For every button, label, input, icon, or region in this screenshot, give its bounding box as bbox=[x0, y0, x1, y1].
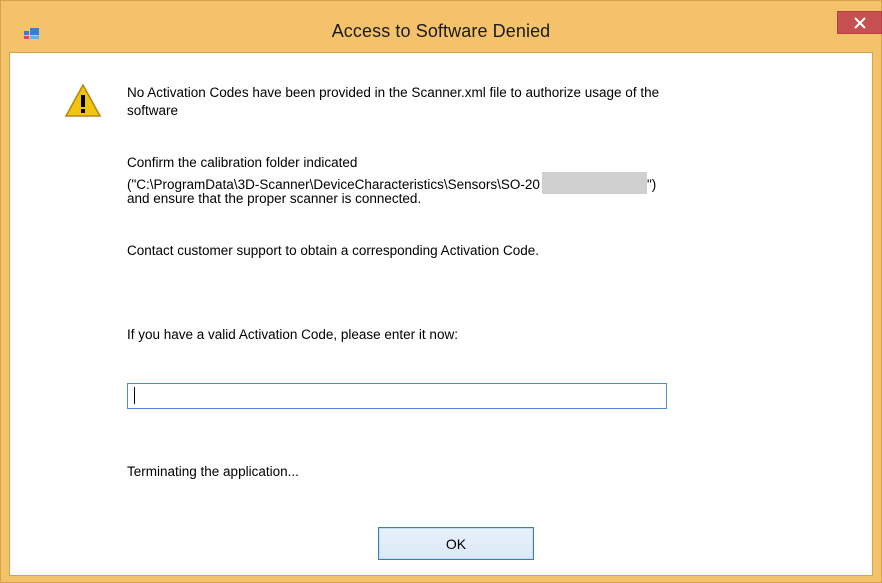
close-icon bbox=[854, 17, 866, 29]
ok-button[interactable]: OK bbox=[378, 527, 534, 560]
calibration-path-end: ") bbox=[646, 177, 657, 192]
activation-code-input[interactable] bbox=[127, 383, 667, 409]
dialog-window: Access to Software Denied No Activation … bbox=[0, 0, 882, 583]
terminating-text: Terminating the application... bbox=[127, 464, 299, 479]
redacted-serial bbox=[541, 172, 647, 194]
warning-triangle-icon bbox=[64, 83, 102, 118]
ensure-scanner-text: and ensure that the proper scanner is co… bbox=[127, 191, 422, 206]
close-button[interactable] bbox=[837, 11, 882, 34]
dialog-content: No Activation Codes have been provided i… bbox=[9, 52, 873, 576]
confirm-folder-text: Confirm the calibration folder indicated bbox=[127, 155, 358, 170]
activation-prompt: If you have a valid Activation Code, ple… bbox=[127, 327, 458, 342]
title-bar[interactable]: Access to Software Denied bbox=[1, 1, 882, 41]
window-title: Access to Software Denied bbox=[331, 21, 551, 41]
contact-support-text: Contact customer support to obtain a cor… bbox=[127, 243, 539, 258]
error-message-line-2: software bbox=[127, 103, 179, 118]
error-message-line-1: No Activation Codes have been provided i… bbox=[127, 85, 660, 100]
text-caret bbox=[134, 387, 135, 404]
